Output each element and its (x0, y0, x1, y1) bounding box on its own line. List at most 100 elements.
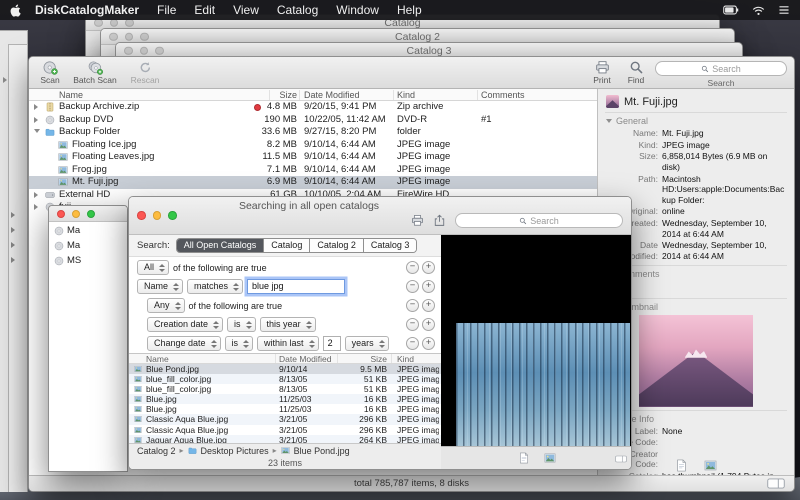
share-icon[interactable] (433, 214, 446, 227)
filter-popup[interactable]: Creation date (147, 317, 224, 332)
remove-condition-button[interactable]: − (406, 280, 419, 293)
results-column-headers[interactable]: Name Date Modified Size Kind (129, 353, 441, 364)
column-header-date-modified[interactable]: Date Modified (304, 90, 360, 100)
disclosure-collapsed-icon[interactable] (11, 227, 15, 233)
result-row[interactable]: blue_fill_color.jpg 8/13/05 51 KB JPEG imag… (129, 374, 441, 385)
remove-condition-button[interactable]: − (406, 299, 419, 312)
menu-edit[interactable]: Edit (194, 3, 215, 17)
close-button[interactable] (109, 32, 118, 41)
add-condition-button[interactable]: + (422, 299, 435, 312)
close-button[interactable] (124, 46, 133, 55)
column-header-name[interactable]: Name (59, 90, 83, 100)
breadcrumb-item[interactable]: Desktop Pictures (201, 446, 269, 456)
section-comments-header[interactable]: Comments (605, 269, 787, 279)
result-row[interactable]: Jaguar Aqua Blue.jpg 3/21/05 264 KB JPEG im… (129, 434, 441, 443)
section-more-info-header[interactable]: More Info (605, 414, 787, 424)
scope-tab-catalog[interactable]: Catalog (263, 239, 310, 252)
toolbar-search-field[interactable]: Search (655, 61, 787, 76)
results-column-date-modified[interactable]: Date Modified (279, 354, 331, 364)
catalog-row[interactable]: Mt. Fuji.jpg 6.9 MB 9/10/14, 6:44 AM JPEG i… (29, 176, 599, 189)
minimize-button[interactable] (124, 32, 133, 41)
list-row[interactable]: Ma (49, 224, 127, 237)
scope-tab-catalog-3[interactable]: Catalog 3 (362, 239, 417, 252)
image-icon[interactable] (544, 452, 556, 464)
section-thumbnail-header[interactable]: Thumbnail (605, 302, 787, 312)
filter-popup[interactable]: Any (147, 298, 185, 313)
battery-icon[interactable] (723, 5, 739, 15)
menu-help[interactable]: Help (397, 3, 422, 17)
list-column-headers[interactable]: Name Size Date Modified Kind Comments (29, 89, 599, 101)
wifi-icon[interactable] (752, 5, 765, 16)
apple-menu-icon[interactable] (10, 3, 21, 17)
zoom-button[interactable] (87, 209, 95, 218)
filter-popup[interactable]: years (344, 336, 389, 351)
remove-condition-button[interactable]: − (406, 261, 419, 274)
add-condition-button[interactable]: + (422, 261, 435, 274)
breadcrumb-item[interactable]: Blue Pond.jpg (294, 446, 350, 456)
filter-input[interactable]: 2 (322, 336, 341, 351)
scope-tab-all-open-catalogs[interactable]: All Open Catalogs (176, 239, 264, 252)
minimize-button[interactable] (152, 211, 161, 220)
filter-popup[interactable]: is (227, 317, 256, 332)
results-column-size[interactable]: Size (341, 354, 387, 364)
document-icon[interactable] (675, 459, 688, 472)
filter-input[interactable]: blue jpg (247, 279, 346, 294)
menu-diskcatalogmaker[interactable]: DiskCatalogMaker (35, 3, 139, 17)
find-button[interactable]: Find (621, 59, 651, 85)
scope-tab-catalog-2[interactable]: Catalog 2 (309, 239, 363, 252)
disclosure-collapsed-icon[interactable] (3, 77, 7, 83)
result-row[interactable]: Classic Aqua Blue.jpg 3/21/05 296 KB JPEG i… (129, 414, 441, 425)
menu-catalog[interactable]: Catalog (277, 3, 318, 17)
close-button[interactable] (57, 209, 65, 218)
catalog-row[interactable]: Backup Folder 33.6 MB 9/27/15, 8:20 PM fold… (29, 126, 599, 139)
disclosure-collapsed-icon[interactable] (11, 257, 15, 263)
filter-popup[interactable]: is (224, 336, 254, 351)
add-condition-button[interactable]: + (422, 280, 435, 293)
catalog-row[interactable]: Backup DVD 190 MB 10/22/05, 11:42 AM DVD-R #… (29, 114, 599, 127)
pane-toggle-icon[interactable] (766, 478, 786, 489)
filter-popup[interactable]: Name (137, 279, 184, 294)
list-row[interactable]: MS (49, 254, 127, 267)
filter-popup[interactable]: All (137, 260, 170, 275)
minimize-button[interactable] (72, 209, 80, 218)
menu-view[interactable]: View (233, 3, 259, 17)
filter-popup[interactable]: Change date (147, 336, 221, 351)
disclosure-collapsed-icon[interactable] (34, 116, 38, 123)
filter-popup[interactable]: this year (259, 317, 316, 332)
filter-popup[interactable]: within last (257, 336, 319, 351)
zoom-button[interactable] (155, 46, 164, 55)
result-row[interactable]: Blue Pond.jpg 9/10/14 9.5 MB JPEG image (129, 364, 441, 375)
add-condition-button[interactable]: + (422, 337, 435, 350)
search-window-search-field[interactable]: Search (455, 213, 623, 228)
menu-window[interactable]: Window (336, 3, 379, 17)
print-button[interactable]: Print (585, 59, 619, 85)
disclosure-collapsed-icon[interactable] (11, 242, 15, 248)
results-column-name[interactable]: Name (146, 354, 169, 364)
add-condition-button[interactable]: + (422, 318, 435, 331)
result-row[interactable]: Classic Aqua Blue.jpg 3/21/05 296 KB JPEG i… (129, 425, 441, 435)
remove-condition-button[interactable]: − (406, 337, 419, 350)
result-row[interactable]: Blue.jpg 11/25/03 16 KB JPEG image (129, 404, 441, 414)
result-row[interactable]: Blue.jpg 11/25/03 16 KB JPEG image (129, 394, 441, 405)
zoom-button[interactable] (140, 32, 149, 41)
breadcrumb-item[interactable]: Catalog 2 (137, 446, 176, 456)
result-row[interactable]: blue_fill_color.jpg 8/13/05 51 KB JPEG imag… (129, 384, 441, 394)
minimize-button[interactable] (139, 46, 148, 55)
comments-area[interactable] (605, 281, 787, 295)
menu-file[interactable]: File (157, 3, 176, 17)
zoom-button[interactable] (168, 211, 177, 220)
column-header-comments[interactable]: Comments (481, 90, 525, 100)
scan-button[interactable]: Scan (33, 59, 67, 85)
image-icon[interactable] (704, 459, 717, 472)
section-general-header[interactable]: General (605, 116, 787, 126)
disclosure-collapsed-icon[interactable] (11, 212, 15, 218)
disclosure-collapsed-icon[interactable] (34, 204, 38, 211)
list-row[interactable]: Ma (49, 239, 127, 252)
disclosure-collapsed-icon[interactable] (34, 104, 38, 111)
catalog-row[interactable]: Floating Leaves.jpg 11.5 MB 9/10/14, 6:44 … (29, 151, 599, 164)
search-window-titlebar[interactable]: Searching in all open catalogs Search (129, 197, 631, 235)
notification-center-icon[interactable] (778, 5, 790, 15)
rescan-button[interactable]: Rescan (123, 59, 167, 85)
window-titlebar[interactable] (49, 206, 127, 222)
batch-scan-button[interactable]: Batch Scan (69, 59, 121, 85)
